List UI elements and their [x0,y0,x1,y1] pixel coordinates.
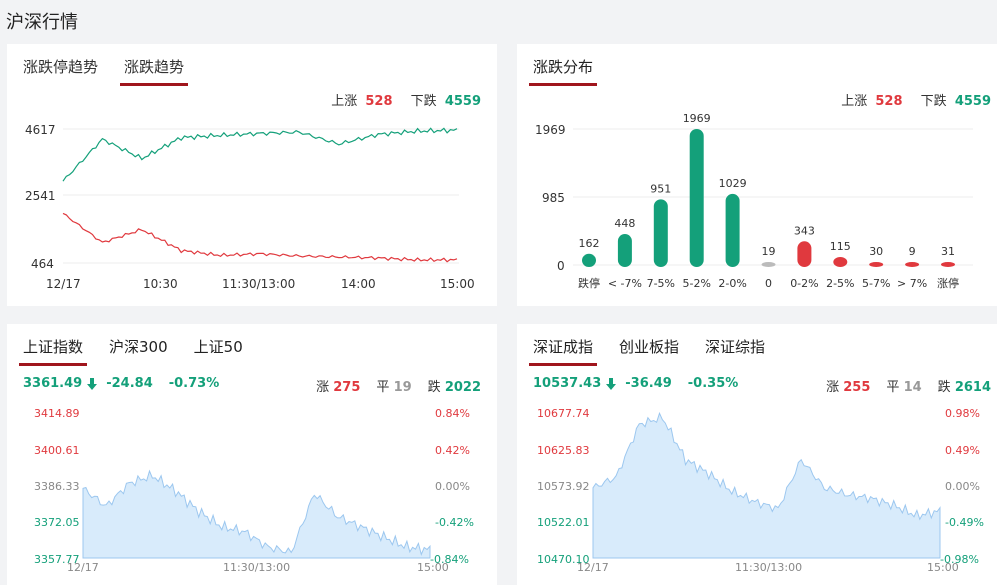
y-left-tick: 10522.01 [537,516,590,529]
y-right-tick: 0.42% [435,444,470,457]
bar-value-label: 1969 [683,112,711,125]
x-tick: 11:30/13:00 [735,561,802,574]
sz-area-fill [592,411,941,559]
distribution-bar [941,262,955,267]
bar-value-label: 30 [869,245,883,258]
sh-area-fill [82,469,431,559]
down-series-line [62,127,458,182]
x-tick: 11:30/13:00 [222,277,295,291]
bar-category-label: < -7% [608,277,642,290]
y-right-tick: 0.84% [435,407,470,420]
bar-category-label: 2-5% [826,277,854,290]
distribution-bar [797,241,812,267]
y-right-tick: 0.49% [945,444,980,457]
y-right-tick: 0.00% [945,480,980,493]
bar-category-label: 跌停 [578,276,600,290]
distribution-bar [761,262,776,267]
y-tick: 985 [542,191,565,205]
y-left-tick: 3372.05 [34,516,80,529]
y-right-tick: -0.42% [435,516,474,529]
y-left-tick: 3414.89 [34,407,80,420]
y-tick: 1969 [535,123,566,137]
distribution-bar [582,253,596,267]
y-tick: 4617 [25,123,56,137]
x-tick: 14:00 [341,277,376,291]
x-tick: 11:30/13:00 [223,561,290,574]
distribution-bar [725,193,740,267]
y-left-tick: 10677.74 [537,407,590,420]
bar-category-label: 涨停 [937,276,959,290]
y-tick: 0 [557,259,565,273]
bar-category-label: 0 [765,277,772,290]
distribution-bar [689,129,704,267]
sh-index-card: 上证指数 沪深300 上证50 3361.49 -24.84 -0.73% 涨 … [7,324,497,585]
x-tick: 10:30 [143,277,178,291]
x-tick: 12/17 [577,561,609,574]
distribution-bar [869,262,884,267]
distribution-chart: 1969 985 0 162 跌停 448 < -7% 951 7-5% 1969 5-2% 1… [535,112,973,290]
bar-value-label: 162 [579,237,600,250]
distribution-bar [617,234,632,267]
y-left-tick: 10625.83 [537,444,590,457]
x-tick: 15:00 [927,561,959,574]
x-tick: 15:00 [417,561,449,574]
bar-category-label: 5-7% [862,277,890,290]
bar-category-label: > 7% [897,277,927,290]
x-tick: 12/17 [46,277,81,291]
trend-card: 涨跌停趋势 涨跌趋势 上涨 528 下跌 4559 4617 2541 464 … [7,44,497,306]
sz-index-card: 深证成指 创业板指 深证综指 10537.43 -36.49 -0.35% 涨 … [517,324,997,585]
bar-category-label: 0-2% [790,277,818,290]
y-tick: 464 [31,257,54,271]
distribution-bar [833,257,848,267]
y-left-tick: 10573.92 [537,480,590,493]
sh-intraday-chart: 3414.89 3400.61 3386.33 3372.05 3357.77 … [34,407,474,574]
bar-value-label: 448 [614,217,635,230]
y-right-tick: -0.49% [945,516,984,529]
bar-value-label: 31 [941,245,955,258]
bar-value-label: 19 [762,245,776,258]
y-right-tick: 0.98% [945,407,980,420]
bar-category-label: 2-0% [718,277,746,290]
bar-value-label: 9 [909,245,916,258]
distribution-bar [653,199,668,267]
y-left-tick: 3386.33 [34,480,80,493]
sz-intraday-chart: 10677.74 10625.83 10573.92 10522.01 1047… [537,407,984,574]
bar-value-label: 951 [650,182,671,195]
bar-category-label: 5-2% [682,277,710,290]
page-title: 沪深行情 [6,12,78,33]
distribution-card: 涨跌分布 上涨 528 下跌 4559 1969 985 0 162 跌停 448 <… [517,44,997,306]
up-series-line [62,212,458,263]
x-tick: 15:00 [440,277,475,291]
bar-value-label: 1029 [719,177,747,190]
distribution-bar [905,262,920,267]
x-tick: 12/17 [67,561,99,574]
y-tick: 2541 [25,189,56,203]
bar-value-label: 343 [794,224,815,237]
bar-category-label: 7-5% [647,277,675,290]
bar-value-label: 115 [830,240,851,253]
y-right-tick: 0.00% [435,480,470,493]
y-left-tick: 3400.61 [34,444,80,457]
trend-chart: 4617 2541 464 12/17 10:30 11:30/13:00 14… [25,123,475,291]
